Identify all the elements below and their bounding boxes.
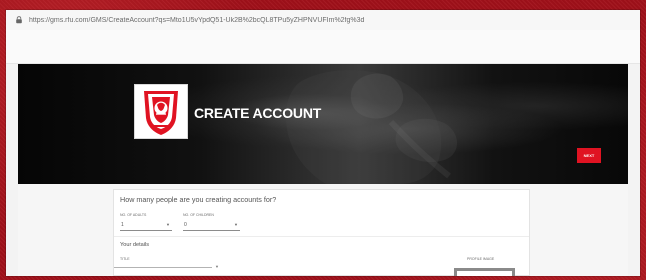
chevron-down-icon: ▼ xyxy=(234,221,238,227)
url-text[interactable]: https://gms.rfu.com/GMS/CreateAccount?qs… xyxy=(29,17,589,24)
account-count-question: How many people are you creating account… xyxy=(120,195,277,204)
profile-image-upload[interactable] xyxy=(454,268,515,276)
title-label: TITLE xyxy=(120,257,130,261)
lock-icon xyxy=(14,16,23,25)
children-label: NO. OF CHILDREN xyxy=(183,213,214,217)
rugby-club-crest-icon xyxy=(144,90,178,135)
screen-frame: https://gms.rfu.com/GMS/CreateAccount?qs… xyxy=(0,0,646,280)
title-select[interactable] xyxy=(114,267,212,268)
form-area: How many people are you creating account… xyxy=(18,184,628,276)
page-title: CREATE ACCOUNT xyxy=(194,105,322,121)
children-select[interactable]: 0 ▼ xyxy=(183,220,240,231)
next-button[interactable]: NEXT xyxy=(577,148,601,163)
hero-banner: CREATE ACCOUNT NEXT xyxy=(18,64,628,184)
chevron-down-icon: ▼ xyxy=(166,221,170,227)
your-details-heading: Your details xyxy=(120,242,150,248)
browser-window: https://gms.rfu.com/GMS/CreateAccount?qs… xyxy=(6,10,640,276)
adults-label: NO. OF ADULTS xyxy=(120,213,147,217)
rugby-player-background xyxy=(285,70,457,184)
create-account-form: How many people are you creating account… xyxy=(113,189,530,276)
children-select-value: 0 xyxy=(184,222,187,228)
profile-image-label: PROFILE IMAGE xyxy=(467,257,495,261)
chevron-down-icon: ▼ xyxy=(215,264,219,269)
adults-select-value: 1 xyxy=(121,222,124,228)
section-divider xyxy=(114,236,529,237)
address-bar[interactable]: https://gms.rfu.com/GMS/CreateAccount?qs… xyxy=(6,10,640,31)
club-logo xyxy=(134,84,188,139)
adults-select[interactable]: 1 ▼ xyxy=(120,220,172,231)
browser-blank-toolbar xyxy=(6,30,640,64)
